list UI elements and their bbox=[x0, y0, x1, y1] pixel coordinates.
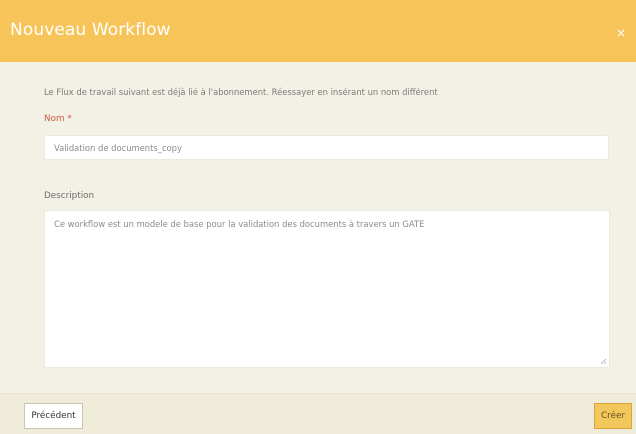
modal-footer: Précédent Créer bbox=[0, 393, 636, 434]
resize-handle-icon[interactable] bbox=[600, 358, 607, 365]
previous-button[interactable]: Précédent bbox=[24, 403, 83, 429]
duplicate-name-notice: Le Flux de travail suivant est déjà lié … bbox=[44, 87, 438, 97]
name-input[interactable]: Validation de documents_copy bbox=[44, 135, 609, 160]
description-text: Ce workflow est un modele de base pour l… bbox=[54, 219, 425, 229]
close-icon bbox=[617, 29, 625, 37]
create-button[interactable]: Créer bbox=[594, 403, 632, 429]
modal-header: Nouveau Workflow bbox=[0, 0, 636, 62]
description-label: Description bbox=[44, 191, 95, 201]
close-button[interactable] bbox=[615, 27, 627, 39]
description-textarea[interactable]: Ce workflow est un modele de base pour l… bbox=[44, 210, 610, 368]
modal-title: Nouveau Workflow bbox=[10, 20, 171, 40]
workflow-modal: Nouveau Workflow Le Flux de travail suiv… bbox=[0, 0, 636, 434]
name-label: Nom * bbox=[44, 114, 72, 124]
